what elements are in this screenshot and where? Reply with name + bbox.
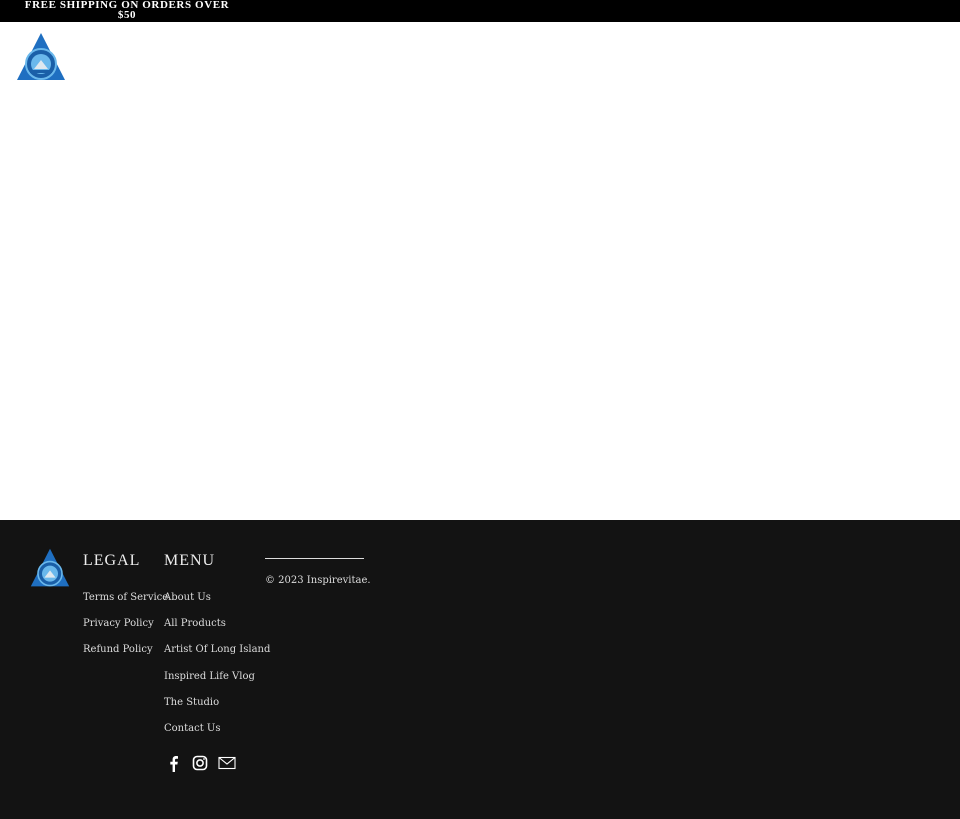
footer: LEGAL Terms of Service Privacy Policy Re… — [0, 520, 960, 819]
instagram-icon[interactable] — [192, 755, 208, 772]
divider — [265, 558, 364, 559]
email-icon[interactable] — [218, 755, 236, 772]
link-all-products[interactable]: All Products — [164, 618, 270, 644]
legal-heading: LEGAL — [83, 552, 141, 569]
link-refund-policy[interactable]: Refund Policy — [83, 644, 168, 670]
menu-heading: MENU — [164, 552, 216, 569]
link-privacy-policy[interactable]: Privacy Policy — [83, 618, 168, 644]
copyright: © 2023 Inspirevitae. — [265, 575, 371, 586]
announcement-bar: FREE SHIPPING ON ORDERS OVER $50 — [0, 0, 960, 22]
link-contact-us[interactable]: Contact Us — [164, 723, 270, 749]
menu-column: MENU About Us All Products Artist Of Lon… — [164, 552, 270, 749]
site-logo[interactable] — [16, 32, 66, 82]
announcement-text: FREE SHIPPING ON ORDERS OVER $50 — [24, 0, 230, 21]
legal-column: LEGAL Terms of Service Privacy Policy Re… — [83, 552, 168, 671]
footer-logo[interactable] — [30, 548, 70, 588]
link-terms-of-service[interactable]: Terms of Service — [83, 592, 168, 618]
link-about-us[interactable]: About Us — [164, 592, 270, 618]
social-links — [166, 755, 236, 772]
link-artist-of-long-island[interactable]: Artist Of Long Island — [164, 644, 270, 670]
facebook-icon[interactable] — [166, 755, 182, 772]
link-inspired-life-vlog[interactable]: Inspired Life Vlog — [164, 671, 270, 697]
link-the-studio[interactable]: The Studio — [164, 697, 270, 723]
